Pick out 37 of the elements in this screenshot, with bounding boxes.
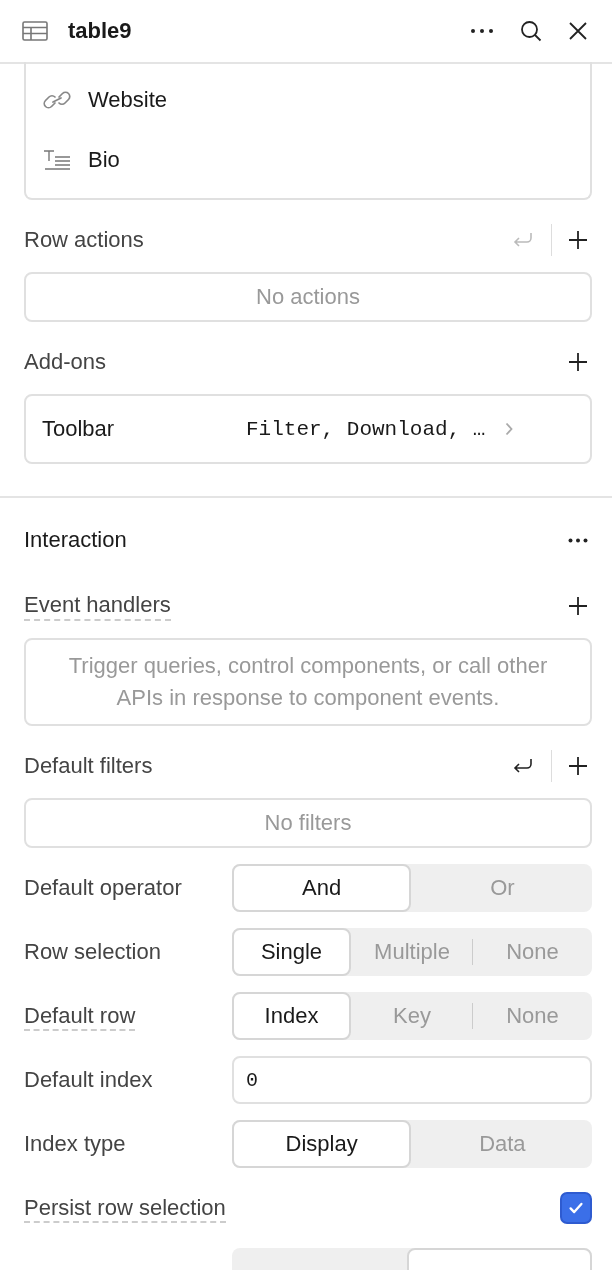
checkbox[interactable]	[560, 1192, 592, 1224]
setting-label: Index type	[24, 1131, 126, 1156]
section-label: Add-ons	[24, 349, 106, 375]
addon-label: Toolbar	[42, 416, 116, 442]
more-icon[interactable]	[568, 537, 588, 543]
component-title: table9	[68, 18, 132, 44]
empty-handlers-box: Trigger queries, control components, or call other APIs in response to component events.	[24, 638, 592, 726]
section-label: Event handlers	[24, 591, 171, 621]
segment-option[interactable]: Single	[232, 928, 351, 976]
segment-option[interactable]: And	[232, 864, 412, 912]
column-item[interactable]: Website	[42, 70, 574, 130]
add-icon[interactable]	[568, 596, 588, 616]
setting-label: Default row	[24, 1003, 136, 1031]
column-item[interactable]: Bio	[42, 130, 574, 190]
setting-label: Default index	[24, 1067, 153, 1092]
section-label: Default filters	[24, 753, 153, 779]
index-input[interactable]: 0	[232, 1056, 592, 1104]
search-icon[interactable]	[520, 20, 542, 42]
segment-option[interactable]: Display	[232, 1120, 412, 1168]
setting-label: Default operator	[24, 875, 182, 900]
chevron-right-icon	[505, 422, 514, 436]
empty-actions-box: No actions	[24, 272, 592, 322]
text-icon	[42, 149, 72, 171]
add-icon[interactable]	[568, 230, 588, 250]
more-icon[interactable]	[470, 28, 494, 34]
empty-filters-box: No filters	[24, 798, 592, 848]
setting-label: Persist row selection	[24, 1195, 226, 1223]
close-icon[interactable]	[568, 21, 588, 41]
addon-row[interactable]: Toolbar Filter, Download, …	[24, 394, 592, 464]
segment-option[interactable]: Index	[232, 992, 351, 1040]
add-icon[interactable]	[568, 756, 588, 776]
section-label: Row actions	[24, 227, 144, 253]
addon-value: Filter, Download, …	[246, 417, 486, 441]
section-title: Interaction	[24, 527, 127, 553]
add-icon[interactable]	[568, 352, 588, 372]
table-icon	[22, 21, 48, 41]
setting-label: Row selection	[24, 939, 161, 964]
